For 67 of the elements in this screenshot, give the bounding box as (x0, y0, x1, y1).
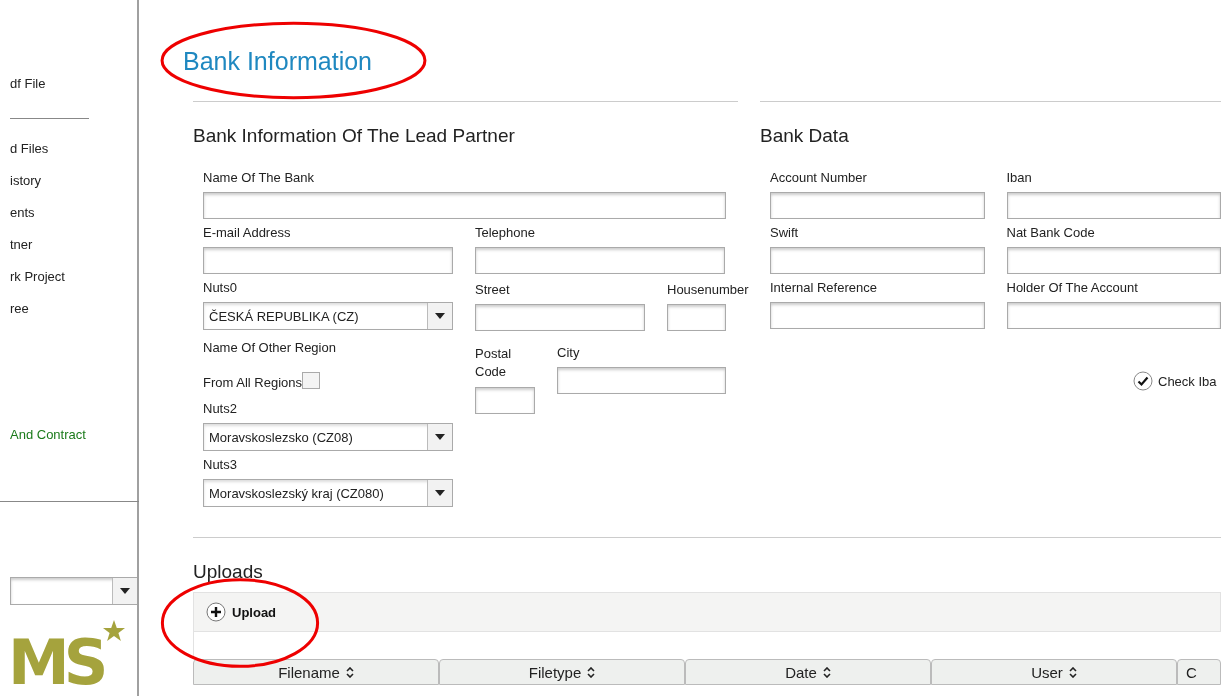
sort-icon (587, 666, 596, 678)
input-field[interactable] (770, 192, 985, 219)
field-label: Street (475, 282, 511, 298)
input-field[interactable] (770, 247, 985, 274)
input-field[interactable] (475, 304, 645, 331)
input-field[interactable] (475, 387, 535, 414)
field-label: Nuts3 (203, 457, 238, 473)
dropdown-caret-icon (120, 588, 130, 594)
sidebar-link[interactable]: ree (10, 299, 29, 319)
field-label: Name Of The Bank (203, 170, 316, 186)
field-label: Housenumber (667, 282, 749, 298)
checkbox[interactable] (302, 372, 320, 389)
sort-icon (345, 666, 354, 678)
field-label: Nat Bank Code (1006, 225, 1096, 241)
input-field[interactable] (1006, 247, 1221, 274)
dropdown-field[interactable]: Moravskoslezský kraj (CZ080) (203, 479, 453, 507)
input-field[interactable] (770, 302, 985, 329)
input-field[interactable] (203, 247, 453, 274)
column-header[interactable]: Date (685, 659, 931, 685)
column-header[interactable]: Filetype (439, 659, 685, 685)
section-heading: Bank Information Of The Lead Partner (193, 124, 516, 148)
field-label: Holder Of The Account (1006, 280, 1139, 296)
input-field[interactable] (1006, 302, 1221, 329)
dropdown-caret-icon (435, 313, 445, 319)
sidebar-link[interactable]: df File (10, 74, 46, 94)
page-title: Bank Information (183, 46, 372, 76)
sidebar-select[interactable] (10, 577, 137, 605)
sidebar-link[interactable]: istory (10, 171, 42, 191)
sidebar-link[interactable]: tner (10, 235, 33, 255)
field-label: E-mail Address (203, 225, 292, 241)
field-label: Nuts2 (203, 401, 238, 417)
field-label: Nuts0 (203, 280, 238, 296)
sidebar-link[interactable]: rk Project (10, 267, 65, 287)
input-field[interactable] (475, 247, 725, 274)
section-heading: Bank Data (760, 124, 850, 148)
field-label: Telephone (475, 225, 536, 241)
upload-button[interactable]: Upload (206, 602, 277, 622)
check-iban-button[interactable]: Check Iba (1133, 371, 1217, 391)
sidebar-link[interactable]: And Contract (10, 425, 86, 445)
dropdown-caret-icon (435, 434, 445, 440)
field-label: Name Of Other Region (203, 340, 337, 356)
field-label: Postal Code (475, 345, 513, 381)
input-field[interactable] (1006, 192, 1221, 219)
dropdown-caret-icon (435, 490, 445, 496)
sidebar-link[interactable]: ents (10, 203, 35, 223)
star-icon (102, 619, 127, 643)
field-label: Account Number (770, 170, 868, 186)
field-label: Swift (770, 225, 800, 241)
sort-icon (1068, 666, 1077, 678)
input-field[interactable] (557, 367, 726, 394)
checkbox-label: From All Regions (203, 375, 302, 391)
dropdown-field[interactable]: ČESKÁ REPUBLIKA (CZ) (203, 302, 453, 330)
column-header[interactable]: C (1177, 659, 1221, 685)
column-header[interactable]: Filename (193, 659, 439, 685)
input-field[interactable] (667, 304, 726, 331)
sort-icon (822, 666, 831, 678)
input-field[interactable] (203, 192, 726, 219)
sidebar-link[interactable]: d Files (10, 139, 49, 159)
logo-text: MS (8, 633, 103, 693)
dropdown-field[interactable]: Moravskoslezsko (CZ08) (203, 423, 453, 451)
column-header[interactable]: User (931, 659, 1177, 685)
field-label: Internal Reference (770, 280, 878, 296)
plus-icon (206, 602, 226, 622)
checkmark-icon (1133, 371, 1153, 391)
field-label: Iban (1006, 170, 1033, 186)
field-label: City (557, 345, 581, 361)
section-heading: Uploads (193, 560, 264, 584)
